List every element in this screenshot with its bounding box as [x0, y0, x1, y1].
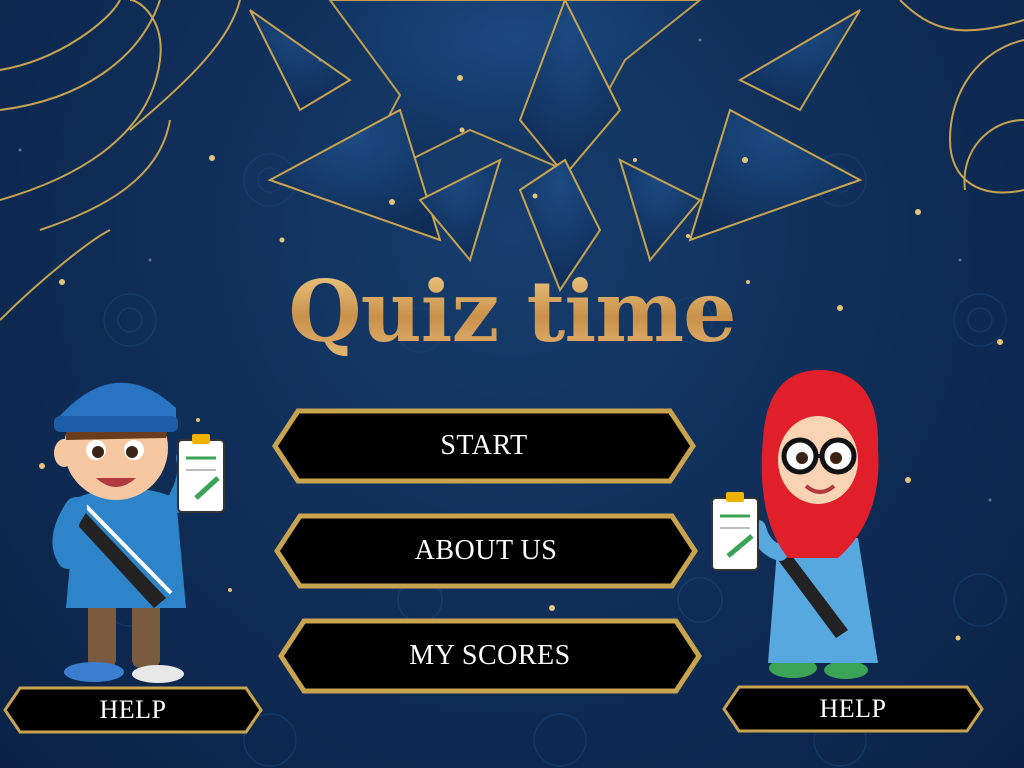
boy-with-clipboard-icon	[52, 382, 225, 683]
about-us-button[interactable]: ABOUT US	[274, 513, 698, 589]
help-button-left[interactable]: HELP	[2, 686, 264, 734]
start-button[interactable]: START	[272, 408, 696, 484]
girl-with-clipboard-icon	[711, 369, 879, 679]
about-us-label: ABOUT US	[414, 535, 558, 566]
my-scores-label: MY SCORES	[409, 640, 571, 671]
help-right-label: HELP	[819, 694, 887, 723]
game-title: Quiz time	[0, 262, 1024, 362]
quiz-home-screen: Quiz time START ABOUT US MY SCORES HELP …	[0, 0, 1024, 768]
help-button-right[interactable]: HELP	[721, 685, 985, 733]
help-left-label: HELP	[99, 695, 167, 724]
my-scores-button[interactable]: MY SCORES	[278, 618, 702, 694]
start-label: START	[440, 430, 528, 461]
